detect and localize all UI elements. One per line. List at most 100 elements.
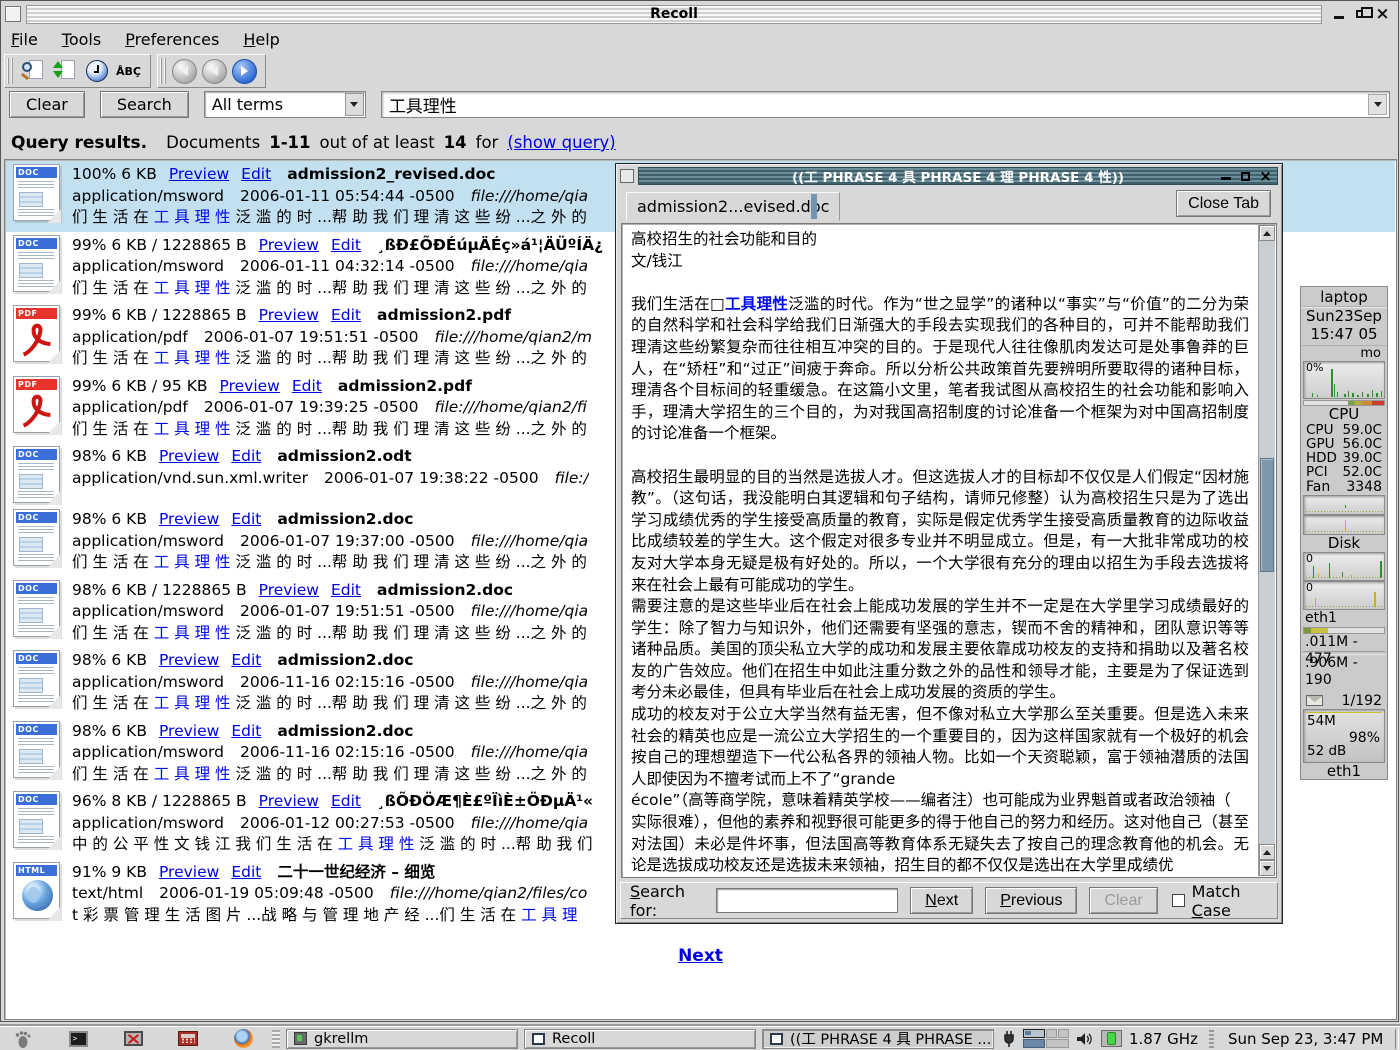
edit-link[interactable]: Edit — [331, 305, 361, 327]
search-button[interactable]: Search — [100, 91, 189, 118]
document-history-icon[interactable] — [19, 58, 46, 85]
speaker-volume-icon[interactable] — [1076, 1031, 1094, 1047]
tab-indicator — [811, 194, 817, 219]
temperature-row: CPU59.0C — [1301, 423, 1387, 437]
sort-by-date-clock-icon[interactable] — [83, 58, 110, 85]
preview-close-icon[interactable]: × — [1258, 169, 1273, 184]
toolbar-handle[interactable] — [160, 58, 167, 84]
sensor-value: 52.0C — [1343, 465, 1383, 479]
preview-minimize-icon[interactable] — [1218, 169, 1233, 184]
preview-link[interactable]: Preview — [159, 862, 219, 884]
matched-term: 工 具 理 性 — [154, 553, 231, 571]
preview-link[interactable]: Preview — [259, 580, 319, 602]
toolbar-handle[interactable] — [7, 58, 14, 84]
sort-order-icon[interactable] — [51, 58, 78, 85]
scroll-up-icon[interactable] — [1259, 225, 1275, 241]
firefox-icon[interactable] — [232, 1029, 254, 1049]
clear-button[interactable]: Clear — [9, 91, 85, 118]
result-snippet: 们 生 活 在 工 具 理 性 泛 滥 的 时 ...帮 助 我 们 理 清 这… — [72, 552, 588, 574]
edit-link[interactable]: Edit — [331, 235, 361, 257]
preview-titlebar-stripes[interactable]: ((工 PHRASE 4 具 PHRASE 4 理 PHRASE 4 性)) × — [638, 167, 1278, 185]
maximize-icon[interactable] — [1353, 7, 1368, 22]
menubar: File Tools Preferences Help — [1, 27, 1398, 51]
workspace-pager[interactable] — [1023, 1029, 1069, 1048]
file-type-label: DOC — [16, 583, 57, 594]
chevron-down-icon[interactable] — [345, 93, 364, 116]
terminal-icon[interactable] — [67, 1029, 89, 1049]
preview-link[interactable]: Preview — [159, 509, 219, 531]
window-controls: × — [1327, 7, 1394, 22]
edit-link[interactable]: Edit — [231, 650, 261, 672]
scrollbar-thumb[interactable] — [1260, 458, 1274, 572]
search-mode-select[interactable]: All terms — [204, 91, 366, 118]
titlebar-stripes[interactable]: Recoll — [26, 5, 1322, 24]
close-icon[interactable]: × — [1375, 7, 1390, 22]
menu-help[interactable]: Help — [243, 30, 279, 49]
preview-window-menu-icon[interactable] — [620, 169, 634, 183]
edit-link[interactable]: Edit — [292, 376, 322, 398]
preview-link[interactable]: Preview — [259, 235, 319, 257]
taskbar-handle[interactable] — [272, 1030, 280, 1048]
match-case-checkbox[interactable] — [1172, 894, 1185, 907]
net-interface-label: eth1 — [1305, 610, 1337, 627]
result-datetime: 2006-01-19 05:09:48 -0500 — [159, 883, 374, 905]
close-tab-button[interactable]: Close Tab — [1176, 190, 1271, 217]
preview-link[interactable]: Preview — [159, 721, 219, 743]
edit-link[interactable]: Edit — [231, 721, 261, 743]
gnome-menu-icon[interactable] — [12, 1029, 34, 1049]
preview-link[interactable]: Preview — [259, 305, 319, 327]
file-type-label: DOC — [16, 167, 57, 178]
typewriter-editor-icon[interactable] — [177, 1029, 199, 1049]
preview-maximize-icon[interactable] — [1238, 169, 1253, 184]
minimize-icon[interactable] — [1331, 7, 1346, 22]
previous-page-icon[interactable] — [202, 59, 227, 84]
preview-paragraph: 文/钱江 — [631, 251, 1249, 273]
menu-preferences[interactable]: Preferences — [125, 30, 219, 49]
doc-file-icon: DOC — [13, 509, 60, 566]
task-button[interactable]: gkrellm — [286, 1029, 518, 1049]
next-results-link[interactable]: Next — [678, 946, 723, 966]
preview-link[interactable]: Preview — [159, 446, 219, 468]
search-input[interactable] — [382, 92, 1389, 117]
display-lock-icon[interactable] — [122, 1029, 144, 1049]
matched-term: 工 具 理 性 — [338, 835, 415, 853]
hostname-label: laptop — [1301, 287, 1387, 307]
task-button[interactable]: Recoll — [524, 1029, 756, 1049]
find-clear-button[interactable]: Clear — [1089, 887, 1157, 914]
result-stats: 96% 8 KB / 1228865 B — [72, 791, 247, 813]
edit-link[interactable]: Edit — [231, 862, 261, 884]
power-plug-icon[interactable] — [1002, 1030, 1016, 1048]
scroll-up-icon[interactable] — [1259, 844, 1275, 860]
edit-link[interactable]: Edit — [241, 164, 271, 186]
result-snippet: 们 生 活 在 工 具 理 性 泛 滥 的 时 ...帮 助 我 们 理 清 这… — [72, 419, 587, 441]
preview-document-area: 高校招生的社会功能和目的文/钱江 我们生活在□工具理性泛滥的时代。作为“世之显学… — [621, 223, 1277, 878]
preview-tab[interactable]: admission2...evised.doc — [626, 192, 840, 221]
cpu-battery-icon[interactable] — [1101, 1030, 1122, 1047]
scroll-down-icon[interactable] — [1259, 860, 1275, 876]
preview-scrollbar[interactable] — [1258, 225, 1275, 876]
task-button[interactable]: ((工 PHRASE 4 具 PHRASE ... — [762, 1029, 994, 1049]
taskbar-end-handle[interactable] — [1395, 1029, 1399, 1049]
find-input[interactable] — [716, 888, 898, 913]
edit-link[interactable]: Edit — [231, 446, 261, 468]
edit-link[interactable]: Edit — [331, 580, 361, 602]
matched-term: 工 具 理 性 — [154, 765, 231, 783]
preview-document-text[interactable]: 高校招生的社会功能和目的文/钱江 我们生活在□工具理性泛滥的时代。作为“世之显学… — [631, 229, 1249, 874]
preview-link[interactable]: Preview — [259, 791, 319, 813]
menu-file[interactable]: File — [11, 30, 38, 49]
toolbar: ÅBÇ — [1, 53, 266, 89]
find-next-button[interactable]: Next — [910, 887, 973, 914]
show-query-link[interactable]: (show query) — [507, 133, 615, 152]
search-history-dropdown-icon[interactable] — [1368, 94, 1387, 115]
next-page-icon[interactable] — [232, 59, 257, 84]
edit-link[interactable]: Edit — [331, 791, 361, 813]
first-page-icon[interactable] — [172, 59, 197, 84]
preview-link[interactable]: Preview — [220, 376, 280, 398]
term-explorer-icon[interactable]: ÅBÇ — [115, 58, 142, 85]
menu-tools[interactable]: Tools — [62, 30, 101, 49]
preview-link[interactable]: Preview — [159, 650, 219, 672]
find-previous-button[interactable]: Previous — [985, 887, 1077, 914]
window-menu-icon[interactable] — [5, 6, 21, 22]
preview-link[interactable]: Preview — [169, 164, 229, 186]
edit-link[interactable]: Edit — [231, 509, 261, 531]
